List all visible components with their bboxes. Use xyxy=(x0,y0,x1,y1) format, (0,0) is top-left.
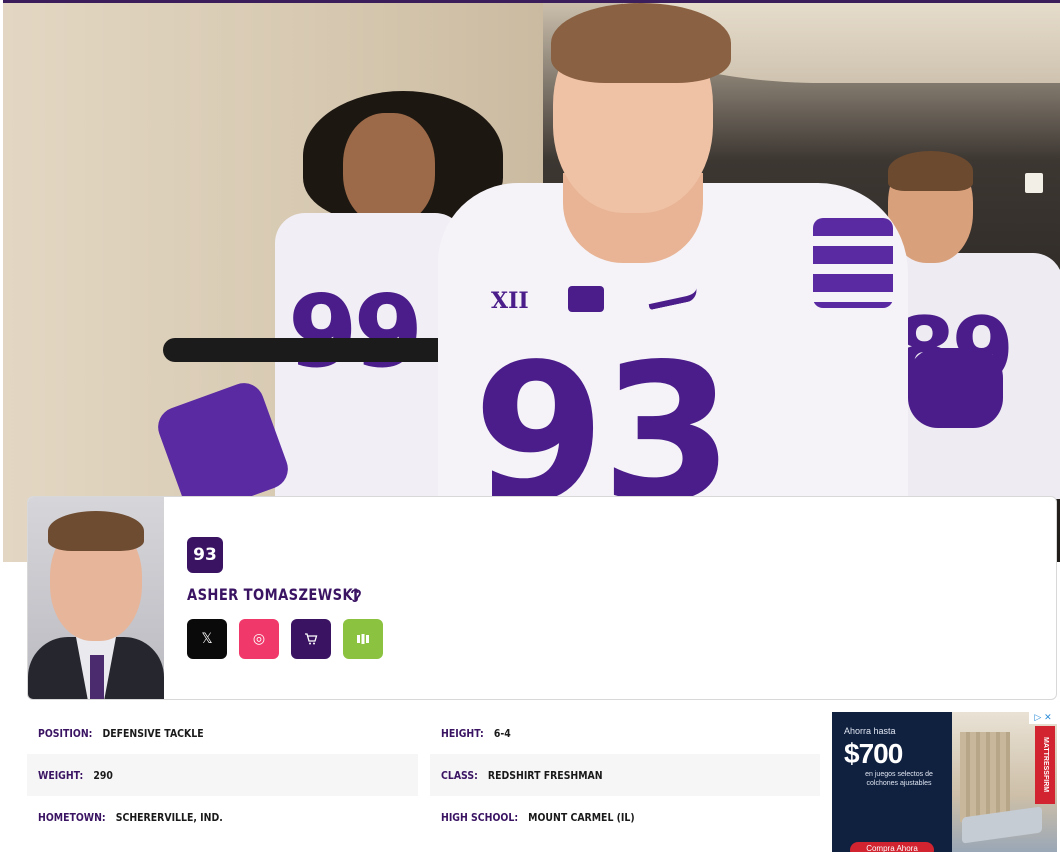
ad-cta-button[interactable]: Compra Ahora xyxy=(850,842,934,852)
headshot-hair xyxy=(48,511,144,551)
bars-icon xyxy=(357,634,369,644)
bio-hometown: HOMETOWN: SCHERERVILLE, IND. xyxy=(27,796,418,838)
left-player-number: 99 xyxy=(288,273,423,390)
shop-button[interactable] xyxy=(291,619,331,659)
ear-icon-graphic xyxy=(351,589,361,602)
left-player-face xyxy=(343,113,435,225)
bio-row: POSITION: DEFENSIVE TACKLE HEIGHT: 6-4 xyxy=(27,712,820,754)
weight-value: 290 xyxy=(93,768,113,782)
player-bio-table: POSITION: DEFENSIVE TACKLE HEIGHT: 6-4 W… xyxy=(27,712,820,838)
ear-icon[interactable] xyxy=(350,587,362,608)
belt xyxy=(163,338,453,362)
bio-class: CLASS: REDSHIRT FRESHMAN xyxy=(429,754,820,796)
jersey-number-badge: 93 xyxy=(187,537,223,573)
right-player-glove xyxy=(908,348,1003,428)
bio-high-school: HIGH SCHOOL: MOUNT CARMEL (IL) xyxy=(430,796,821,838)
bio-weight: WEIGHT: 290 xyxy=(27,754,418,796)
center-player-hair xyxy=(551,3,731,83)
headshot-tie xyxy=(90,655,104,699)
ad-kicker: Ahorra hasta xyxy=(844,726,896,736)
player-name: ASHER TOMASZEWSKI xyxy=(187,585,359,604)
class-value: REDSHIRT FRESHMAN xyxy=(487,768,603,782)
instagram-icon: ◎ xyxy=(252,631,266,647)
bio-row: WEIGHT: 290 CLASS: REDSHIRT FRESHMAN xyxy=(27,754,820,796)
height-label: HEIGHT: xyxy=(440,726,484,740)
ad-subtext: en juegos selectos de colchones ajustabl… xyxy=(865,771,933,787)
player-profile-card: 93 ASHER TOMASZEWSKI 𝕏 ◎ xyxy=(27,496,1057,700)
player-headshot xyxy=(28,497,164,699)
ad-curtain xyxy=(960,732,1010,822)
hometown-label: HOMETOWN: xyxy=(38,810,106,824)
bio-row: HOMETOWN: SCHERERVILLE, IND. HIGH SCHOOL… xyxy=(27,796,820,838)
high-school-label: HIGH SCHOOL: xyxy=(440,810,518,824)
ad-brand-logo: MATTRESSFIRM xyxy=(1035,726,1055,804)
class-label: CLASS: xyxy=(440,768,478,782)
x-twitter-button[interactable]: 𝕏 xyxy=(187,619,227,659)
hometown-value: SCHERERVILLE, IND. xyxy=(115,810,223,824)
bio-height: HEIGHT: 6-4 xyxy=(430,712,821,754)
team-logo xyxy=(568,286,604,312)
conference-logo: XII xyxy=(491,288,529,314)
position-label: POSITION: xyxy=(38,726,93,740)
position-value: DEFENSIVE TACKLE xyxy=(102,726,204,740)
right-player-hair xyxy=(888,151,973,191)
social-links: 𝕏 ◎ xyxy=(187,619,383,659)
x-icon: 𝕏 xyxy=(201,631,213,647)
height-value: 6-4 xyxy=(493,726,511,740)
hero-photo: 99 89 93 XII xyxy=(3,0,1060,562)
instagram-button[interactable]: ◎ xyxy=(239,619,279,659)
advertisement[interactable]: Ahorra hasta $700 en juegos selectos de … xyxy=(832,712,1057,852)
center-player-sleeve-stripes xyxy=(813,218,893,308)
bio-position: POSITION: DEFENSIVE TACKLE xyxy=(27,712,418,754)
high-school-value: MOUNT CARMEL (IL) xyxy=(527,810,635,824)
ad-price: $700 xyxy=(844,738,903,769)
cart-icon xyxy=(305,633,318,645)
weight-label: WEIGHT: xyxy=(38,768,84,782)
tunnel-light xyxy=(1025,173,1043,193)
ad-close-icon[interactable]: ▷ ✕ xyxy=(1029,712,1057,724)
nil-button[interactable] xyxy=(343,619,383,659)
